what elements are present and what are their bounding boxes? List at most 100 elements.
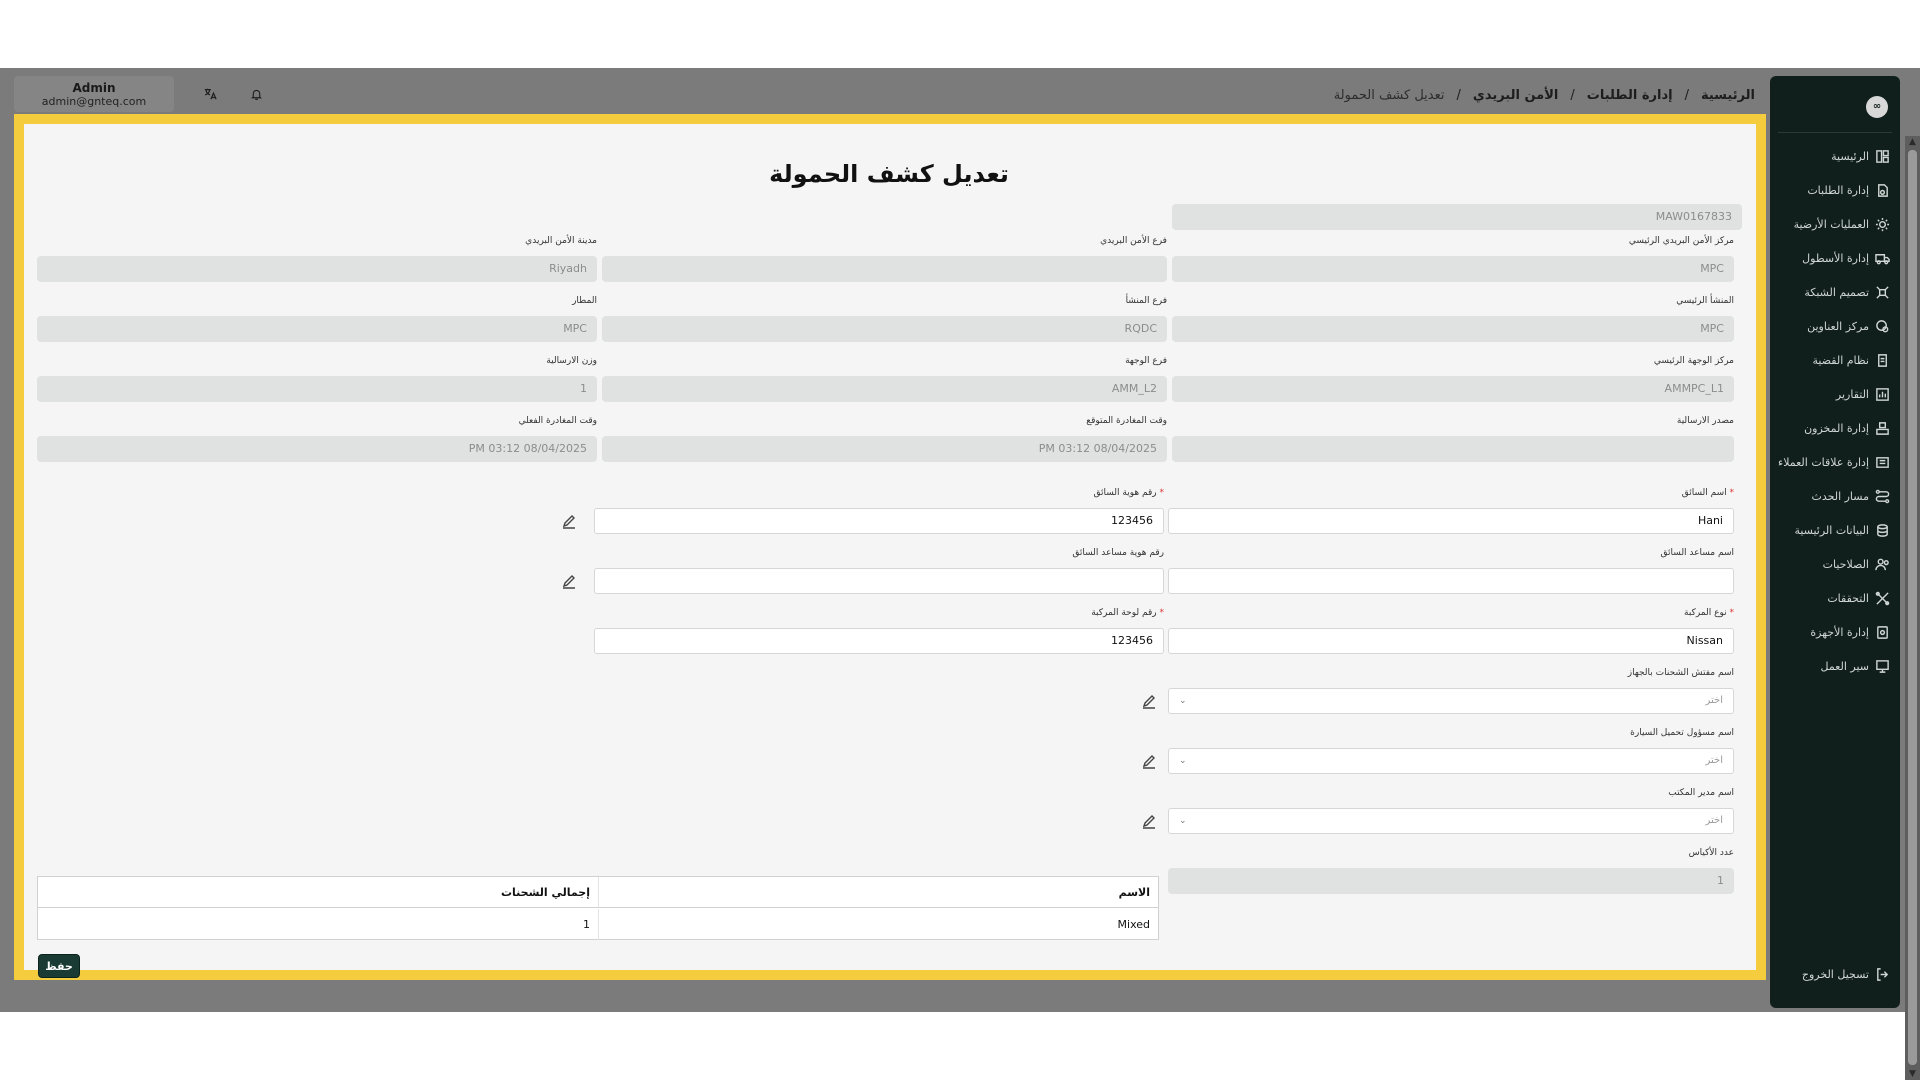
loader-label: اسم مسؤول تحميل السيارة: [1630, 728, 1734, 738]
sidebar-item-label: مركز العناوين: [1807, 319, 1869, 333]
sidebar-item-address[interactable]: مركز العناوين: [1807, 316, 1890, 336]
bell-icon[interactable]: [246, 84, 266, 104]
plate-label-text: رقم لوحة المركبة: [1091, 608, 1157, 618]
chevron-down-icon: ⌄: [1179, 696, 1187, 706]
sidebar-item-label: إدارة الطلبات: [1807, 183, 1869, 197]
origin-label: المنشأ الرئيسي: [1676, 296, 1734, 306]
dest-hub-field: AMMPC_L1: [1172, 376, 1734, 402]
sidebar-item-inventory[interactable]: إدارة المخزون: [1804, 418, 1890, 438]
assistant-name-input[interactable]: [1168, 568, 1734, 594]
dest-branch-field: AMM_L2: [602, 376, 1167, 402]
pencil-icon: [1142, 815, 1155, 829]
sidebar-item-master-data[interactable]: البيانات الرئيسية: [1794, 520, 1890, 540]
sidebar-item-event-path[interactable]: مسار الحدث: [1811, 486, 1890, 506]
scroll-up-icon[interactable]: ▲: [1905, 136, 1920, 148]
sidebar-item-label: مسار الحدث: [1811, 489, 1869, 503]
save-button[interactable]: حفظ: [38, 954, 80, 978]
select-placeholder: اختر: [1705, 815, 1724, 826]
sidebar-item-devices[interactable]: إدارة الأجهزة: [1810, 622, 1890, 642]
reports-icon: [1875, 387, 1890, 402]
driver-name-label-text: اسم السائق: [1681, 488, 1727, 498]
scrollbar-thumb[interactable]: [1908, 150, 1917, 1065]
address-icon: [1875, 319, 1890, 334]
user-name: Admin: [72, 81, 116, 95]
fleet-icon: [1875, 251, 1890, 266]
sidebar-item-label: التحققات: [1827, 591, 1869, 605]
sidebar-item-label: البيانات الرئيسية: [1794, 523, 1869, 537]
vehicle-type-input[interactable]: Nissan: [1168, 628, 1734, 654]
orders-icon: [1875, 183, 1890, 198]
vehicle-type-label-text: نوع المركبة: [1684, 608, 1727, 618]
sidebar: ∞ الرئيسية إدارة الطلبات العمليات الأرضي…: [1770, 76, 1900, 1008]
inventory-icon: [1875, 421, 1890, 436]
branch-field: [602, 256, 1167, 282]
user-email: admin@gnteq.com: [41, 95, 147, 108]
assistant-id-input[interactable]: [594, 568, 1164, 594]
breadcrumb-home[interactable]: الرئيسية: [1701, 88, 1755, 103]
city-field: Riyadh: [37, 256, 597, 282]
sidebar-item-home[interactable]: الرئيسية: [1831, 146, 1890, 166]
required-mark: *: [1159, 488, 1165, 498]
top-bar: Admin admin@gnteq.com الرئيسية / إدارة ا…: [0, 68, 1765, 116]
breadcrumb-orders[interactable]: إدارة الطلبات: [1587, 88, 1673, 103]
driver-id-input[interactable]: 123456: [594, 508, 1164, 534]
logo-icon[interactable]: ∞: [1866, 96, 1888, 118]
sidebar-item-label: نظام القضية: [1812, 353, 1869, 367]
sidebar-item-label: إدارة الأسطول: [1802, 251, 1869, 265]
driver-id-label-text: رقم هوية السائق: [1093, 488, 1157, 498]
user-profile[interactable]: Admin admin@gnteq.com: [14, 76, 174, 112]
plate-input[interactable]: 123456: [594, 628, 1164, 654]
driver-name-input[interactable]: Hani: [1168, 508, 1734, 534]
edit-loader-button[interactable]: [1134, 748, 1164, 774]
chevron-down-icon: ⌄: [1179, 756, 1187, 766]
sidebar-item-crm[interactable]: إدارة علاقات العملاء: [1778, 452, 1890, 472]
case-icon: [1875, 353, 1890, 368]
edit-driver-button[interactable]: [554, 508, 584, 534]
assistant-id-label: رقم هوية مساعد السائق: [1072, 548, 1164, 558]
sidebar-item-label: إدارة علاقات العملاء: [1778, 455, 1869, 469]
pencil-icon: [562, 515, 575, 529]
sidebar-item-reports[interactable]: التقارير: [1836, 384, 1890, 404]
breadcrumb: الرئيسية / إدارة الطلبات / الأمن البريدي…: [1334, 88, 1755, 103]
sidebar-item-label: التقارير: [1835, 387, 1869, 401]
page-scrollbar[interactable]: ▲ ▼: [1905, 136, 1920, 1080]
crm-icon: [1875, 455, 1890, 470]
driver-id-label: * رقم هوية السائق: [594, 488, 1165, 498]
sidebar-item-label: إدارة المخزون: [1804, 421, 1869, 435]
database-icon: [1875, 523, 1890, 538]
table-cell-name: Mixed: [598, 909, 1158, 940]
loader-select[interactable]: اختر ⌄: [1168, 748, 1734, 774]
logout-button[interactable]: تسجيل الخروج: [1802, 964, 1890, 984]
devices-icon: [1875, 625, 1890, 640]
sidebar-item-verifications[interactable]: التحققات: [1827, 588, 1890, 608]
edit-assistant-button[interactable]: [554, 568, 584, 594]
edit-inspector-button[interactable]: [1134, 688, 1164, 714]
sidebar-item-workflow[interactable]: سير العمل: [1820, 656, 1890, 676]
scroll-down-icon[interactable]: ▼: [1905, 1068, 1920, 1080]
edit-manager-button[interactable]: [1134, 808, 1164, 834]
ground-ops-icon: [1875, 217, 1890, 232]
sidebar-item-fleet[interactable]: إدارة الأسطول: [1802, 248, 1890, 268]
sidebar-item-orders[interactable]: إدارة الطلبات: [1807, 180, 1890, 200]
origin-branch-field: RQDC: [602, 316, 1167, 342]
vehicle-type-label: * نوع المركبة: [1168, 608, 1734, 618]
required-mark: *: [1729, 488, 1735, 498]
translate-icon[interactable]: [200, 84, 220, 104]
dest-hub-label: مركز الوجهة الرئيسي: [1653, 356, 1734, 366]
manager-label: اسم مدير المكتب: [1668, 788, 1734, 798]
sidebar-divider: [1778, 132, 1892, 133]
origin-field: MPC: [1172, 316, 1734, 342]
etd-field: 08/04/2025 03:12 PM: [602, 436, 1167, 462]
dashboard-icon: [1875, 149, 1890, 164]
verify-icon: [1875, 591, 1890, 606]
inspector-select[interactable]: اختر ⌄: [1168, 688, 1734, 714]
sidebar-item-label: الرئيسية: [1831, 149, 1869, 163]
sidebar-item-ground-ops[interactable]: العمليات الأرضية: [1794, 214, 1890, 234]
sidebar-item-case[interactable]: نظام القضية: [1813, 350, 1890, 370]
sidebar-item-permissions[interactable]: الصلاحيات: [1823, 554, 1890, 574]
inspector-label: اسم مفتش الشحنات بالجهاز: [1627, 668, 1734, 678]
breadcrumb-postal-security[interactable]: الأمن البريدي: [1473, 88, 1558, 103]
hub-field: MPC: [1172, 256, 1734, 282]
sidebar-item-network[interactable]: تصميم الشبكة: [1804, 282, 1890, 302]
manager-select[interactable]: اختر ⌄: [1168, 808, 1734, 834]
